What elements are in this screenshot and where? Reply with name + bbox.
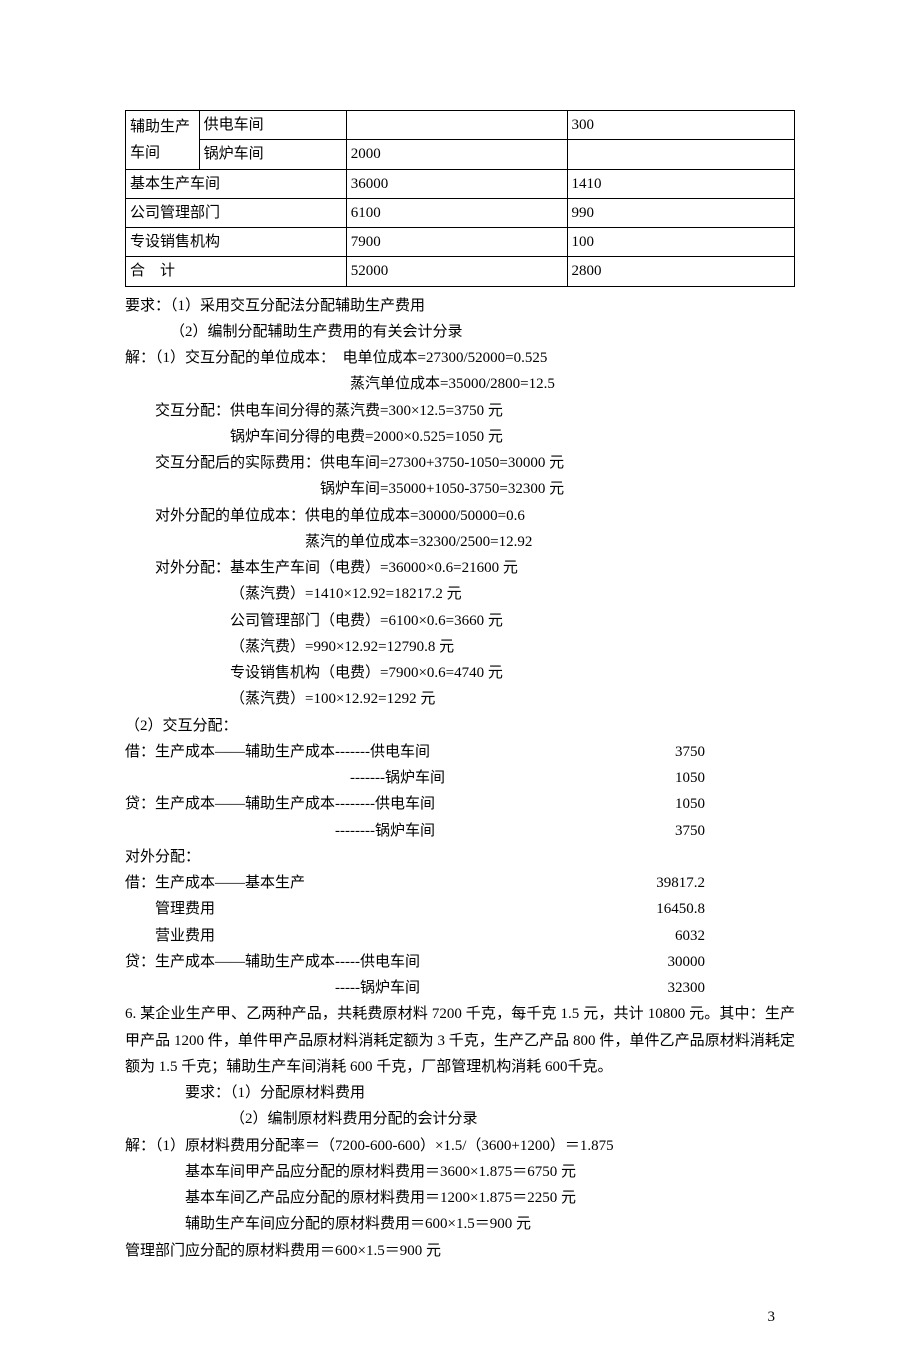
cell: 52000 [346, 257, 567, 286]
cell: 100 [567, 228, 794, 257]
cell [567, 140, 794, 169]
solution-line: 管理部门应分配的原材料费用＝600×1.5＝900 元 [125, 1238, 795, 1264]
cell: 合 计 [126, 257, 347, 286]
entry-text: 借：生产成本——辅助生产成本-------供电车间 [125, 739, 430, 765]
cell: 公司管理部门 [126, 198, 347, 227]
journal-entry: --------锅炉车间 3750 [125, 818, 795, 844]
requirement-line: 要求：（1）采用交互分配法分配辅助生产费用 [125, 293, 795, 319]
journal-entry: -----锅炉车间 32300 [125, 975, 795, 1001]
cell: 2800 [567, 257, 794, 286]
cell: 300 [567, 111, 794, 140]
journal-entry: -------锅炉车间 1050 [125, 765, 795, 791]
table-row: 公司管理部门 6100 990 [126, 198, 795, 227]
journal-entry: 贷：生产成本——辅助生产成本-----供电车间 30000 [125, 949, 795, 975]
cell: 6100 [346, 198, 567, 227]
solution-line: 蒸汽单位成本=35000/2800=12.5 [125, 371, 795, 397]
table-row: 基本生产车间 36000 1410 [126, 169, 795, 198]
entry-amount: 32300 [668, 975, 796, 1001]
solution-line: 锅炉车间=35000+1050-3750=32300 元 [125, 476, 795, 502]
entry-text: 贷：生产成本——辅助生产成本-----供电车间 [125, 949, 420, 975]
requirement-line: （2）编制原材料费用分配的会计分录 [125, 1106, 795, 1132]
cell: 36000 [346, 169, 567, 198]
solution-line: 基本车间甲产品应分配的原材料费用＝3600×1.875＝6750 元 [125, 1159, 795, 1185]
solution-line: （蒸汽费）=100×12.92=1292 元 [125, 686, 795, 712]
table-row: 锅炉车间 2000 [126, 140, 795, 169]
journal-entry: 借：生产成本——辅助生产成本-------供电车间 3750 [125, 739, 795, 765]
table-row: 辅助生产车间 供电车间 300 [126, 111, 795, 140]
solution-line: 解：（1）交互分配的单位成本： 电单位成本=27300/52000=0.525 [125, 345, 795, 371]
table-row: 专设销售机构 7900 100 [126, 228, 795, 257]
solution-line: 专设销售机构（电费）=7900×0.6=4740 元 [125, 660, 795, 686]
cell: 7900 [346, 228, 567, 257]
solution-line: 公司管理部门（电费）=6100×0.6=3660 元 [125, 608, 795, 634]
entry-amount: 1050 [675, 791, 795, 817]
cell: 锅炉车间 [199, 140, 346, 169]
journal-entry: 借：生产成本——基本生产 39817.2 [125, 870, 795, 896]
journal-entry: 贷：生产成本——辅助生产成本--------供电车间 1050 [125, 791, 795, 817]
section-title: 对外分配： [125, 844, 795, 870]
section-title: （2）交互分配： [125, 713, 795, 739]
table-row: 合 计 52000 2800 [126, 257, 795, 286]
solution-line: 基本车间乙产品应分配的原材料费用＝1200×1.875＝2250 元 [125, 1185, 795, 1211]
requirement-line: （2）编制分配辅助生产费用的有关会计分录 [125, 319, 795, 345]
solution-line: （蒸汽费）=1410×12.92=18217.2 元 [125, 581, 795, 607]
solution-line: （蒸汽费）=990×12.92=12790.8 元 [125, 634, 795, 660]
solution-line: 解：（1）原材料费用分配率＝（7200-600-600）×1.5/（3600+1… [125, 1133, 795, 1159]
requirement-line: 要求：（1）分配原材料费用 [125, 1080, 795, 1106]
entry-text: 管理费用 [125, 896, 215, 922]
solution-line: 交互分配：供电车间分得的蒸汽费=300×12.5=3750 元 [125, 398, 795, 424]
entry-amount: 3750 [675, 818, 795, 844]
journal-entry: 营业费用 6032 [125, 923, 795, 949]
allocation-table: 辅助生产车间 供电车间 300 锅炉车间 2000 基本生产车间 36000 1… [125, 110, 795, 287]
entry-amount: 16450.8 [656, 896, 795, 922]
entry-text: -----锅炉车间 [125, 975, 420, 1001]
cell: 基本生产车间 [126, 169, 347, 198]
cell: 1410 [567, 169, 794, 198]
question-6-text: 6. 某企业生产甲、乙两种产品，共耗费原材料 7200 千克，每千克 1.5 元… [125, 1001, 795, 1080]
cell: 辅助生产车间 [126, 111, 200, 170]
solution-line: 辅助生产车间应分配的原材料费用＝600×1.5＝900 元 [125, 1211, 795, 1237]
solution-line: 对外分配：基本生产车间（电费）=36000×0.6=21600 元 [125, 555, 795, 581]
solution-line: 对外分配的单位成本：供电的单位成本=30000/50000=0.6 [125, 503, 795, 529]
page-number: 3 [125, 1304, 795, 1330]
cell: 990 [567, 198, 794, 227]
cell: 供电车间 [199, 111, 346, 140]
entry-text: --------锅炉车间 [125, 818, 435, 844]
entry-amount: 6032 [675, 923, 795, 949]
cell [346, 111, 567, 140]
entry-amount: 1050 [675, 765, 795, 791]
entry-text: 贷：生产成本——辅助生产成本--------供电车间 [125, 791, 435, 817]
solution-line: 蒸汽的单位成本=32300/2500=12.92 [125, 529, 795, 555]
entry-amount: 3750 [675, 739, 795, 765]
solution-line: 锅炉车间分得的电费=2000×0.525=1050 元 [125, 424, 795, 450]
entry-amount: 30000 [668, 949, 796, 975]
cell: 专设销售机构 [126, 228, 347, 257]
cell: 2000 [346, 140, 567, 169]
journal-entry: 管理费用 16450.8 [125, 896, 795, 922]
entry-text: 借：生产成本——基本生产 [125, 870, 305, 896]
entry-text: 营业费用 [125, 923, 215, 949]
solution-line: 交互分配后的实际费用：供电车间=27300+3750-1050=30000 元 [125, 450, 795, 476]
entry-amount: 39817.2 [656, 870, 795, 896]
entry-text: -------锅炉车间 [125, 765, 445, 791]
